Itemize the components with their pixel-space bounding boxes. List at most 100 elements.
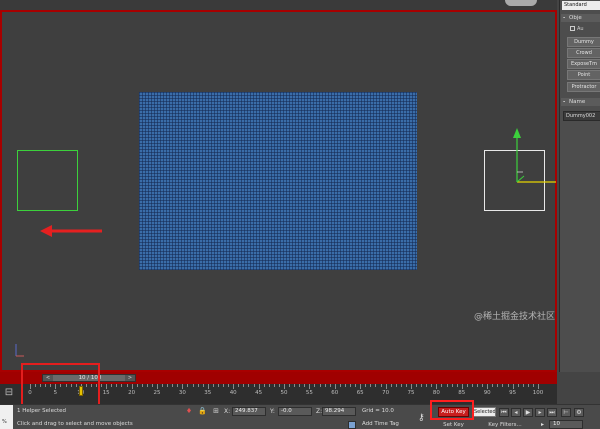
frame-tick <box>522 384 524 387</box>
frame-tick <box>355 384 357 387</box>
isolate-icon[interactable]: ♦ <box>185 407 193 415</box>
frame-tick <box>217 384 219 387</box>
frame-tick-label: 95 <box>509 390 517 396</box>
axis-tripod-icon <box>15 344 24 357</box>
frame-tick <box>461 384 463 389</box>
time-config-icon[interactable]: ⊟ <box>2 386 16 400</box>
frame-tick-label: 20 <box>128 390 136 396</box>
dummy-helper-green[interactable] <box>17 150 78 211</box>
frame-tick-label: 80 <box>432 390 440 396</box>
frame-tick <box>182 384 184 389</box>
frame-tick-label: 30 <box>178 390 186 396</box>
autogrid-checkbox[interactable]: Au <box>570 26 584 32</box>
frame-tick <box>487 384 489 389</box>
frame-tick <box>101 384 103 387</box>
maxscript-listener[interactable]: % <box>0 405 13 429</box>
frame-tick <box>400 384 402 387</box>
frame-tick-label: 75 <box>407 390 415 396</box>
object-name-field[interactable]: Dummy002 <box>563 111 600 121</box>
frame-tick <box>497 384 499 387</box>
key-mode-icon[interactable]: ⊢ <box>561 408 571 417</box>
y-label: Y: <box>270 408 275 415</box>
frame-tick <box>405 384 407 387</box>
grid-size: Grid = 10.0 <box>362 408 394 414</box>
protractor-button[interactable]: Protractor <box>567 82 600 92</box>
time-config-button-icon[interactable]: ⚙ <box>574 408 584 417</box>
frame-tick <box>268 384 270 387</box>
frame-tick <box>411 384 412 389</box>
frame-tick <box>284 384 285 389</box>
play-icon[interactable]: ▶ <box>523 408 533 417</box>
frame-tick <box>228 384 230 387</box>
object-type-rollout[interactable]: - Obje <box>561 14 600 22</box>
go-to-end-icon[interactable]: ⏭ <box>547 408 557 417</box>
add-time-tag-button[interactable]: Add Time Tag <box>362 421 399 427</box>
left-arrow-icon <box>40 225 102 237</box>
exposetm-button[interactable]: ExposeTm <box>567 59 600 69</box>
key-filters-button[interactable]: Key Filters... <box>480 420 530 429</box>
frame-ruler[interactable]: 0510152025303540455055606570758085909510… <box>22 384 557 404</box>
frame-tick <box>370 384 372 387</box>
frame-tick-label: 40 <box>229 390 237 396</box>
crowd-button[interactable]: Crowd <box>567 48 600 58</box>
frame-tick <box>263 384 265 387</box>
viewcube[interactable] <box>505 0 537 6</box>
key-mode-dropdown[interactable]: Selected <box>472 407 496 417</box>
frame-tick <box>385 384 387 389</box>
lock-icon[interactable]: 🔒 <box>198 407 207 415</box>
frame-tick-label: 60 <box>331 390 339 396</box>
frame-tick-label: 55 <box>305 390 313 396</box>
frame-tick <box>507 384 509 387</box>
autogrid-label: Au <box>577 26 584 32</box>
x-coordinate-field[interactable]: 249.837 <box>232 407 266 416</box>
frame-tick <box>207 384 209 389</box>
time-slider-next[interactable]: > <box>125 375 135 381</box>
frame-tick <box>126 384 128 387</box>
frame-tick-label: 65 <box>356 390 364 396</box>
set-key-button[interactable]: Set Key <box>438 420 469 429</box>
frame-tick <box>492 384 494 387</box>
frame-tick <box>339 384 341 387</box>
name-color-rollout[interactable]: - Name <box>561 98 600 106</box>
frame-tick <box>527 384 529 387</box>
move-gizmo-icon[interactable] <box>507 124 559 194</box>
highlight-box-time-slider <box>21 363 100 406</box>
frame-tick <box>426 384 428 387</box>
current-frame-field[interactable]: 10 <box>549 420 583 429</box>
frame-tick <box>324 384 326 387</box>
frame-tick <box>304 384 306 387</box>
frame-tick <box>441 384 443 387</box>
frame-tick <box>350 384 352 387</box>
next-frame-icon[interactable]: ▸ <box>535 408 545 417</box>
frame-tick <box>111 384 113 387</box>
key-icon[interactable]: ⚷ <box>418 413 425 423</box>
frame-tick <box>299 384 301 387</box>
go-to-start-icon[interactable]: ⏮ <box>499 408 509 417</box>
y-coordinate-field[interactable]: -0.0 <box>278 407 312 416</box>
frame-tick <box>238 384 240 387</box>
frame-tick <box>482 384 484 387</box>
frame-tick-label: 25 <box>153 390 161 396</box>
frame-tick <box>289 384 291 387</box>
frame-tick <box>151 384 153 387</box>
frame-tick <box>517 384 519 387</box>
frame-tick-label: 90 <box>483 390 491 396</box>
dummy-button[interactable]: Dummy <box>567 37 600 47</box>
prev-frame-icon[interactable]: ◂ <box>511 408 521 417</box>
frame-tick <box>395 384 397 387</box>
frame-tick <box>146 384 148 387</box>
status-bar: % 1 Helper Selected Click and drag to se… <box>0 404 600 429</box>
frame-tick <box>477 384 479 387</box>
frame-tick <box>466 384 468 387</box>
absolute-mode-icon[interactable]: ⊞ <box>212 407 220 415</box>
time-tag-icon[interactable] <box>348 421 356 429</box>
frame-tick <box>446 384 448 387</box>
frame-tick <box>157 384 158 389</box>
selection-status: 1 Helper Selected <box>17 408 67 414</box>
frame-tick-label: 15 <box>102 390 110 396</box>
plane-object[interactable] <box>139 92 417 270</box>
category-dropdown[interactable]: Standard <box>562 1 600 10</box>
point-button[interactable]: Point <box>567 70 600 80</box>
z-coordinate-field[interactable]: 98.294 <box>322 407 356 416</box>
frame-tick <box>187 384 189 387</box>
